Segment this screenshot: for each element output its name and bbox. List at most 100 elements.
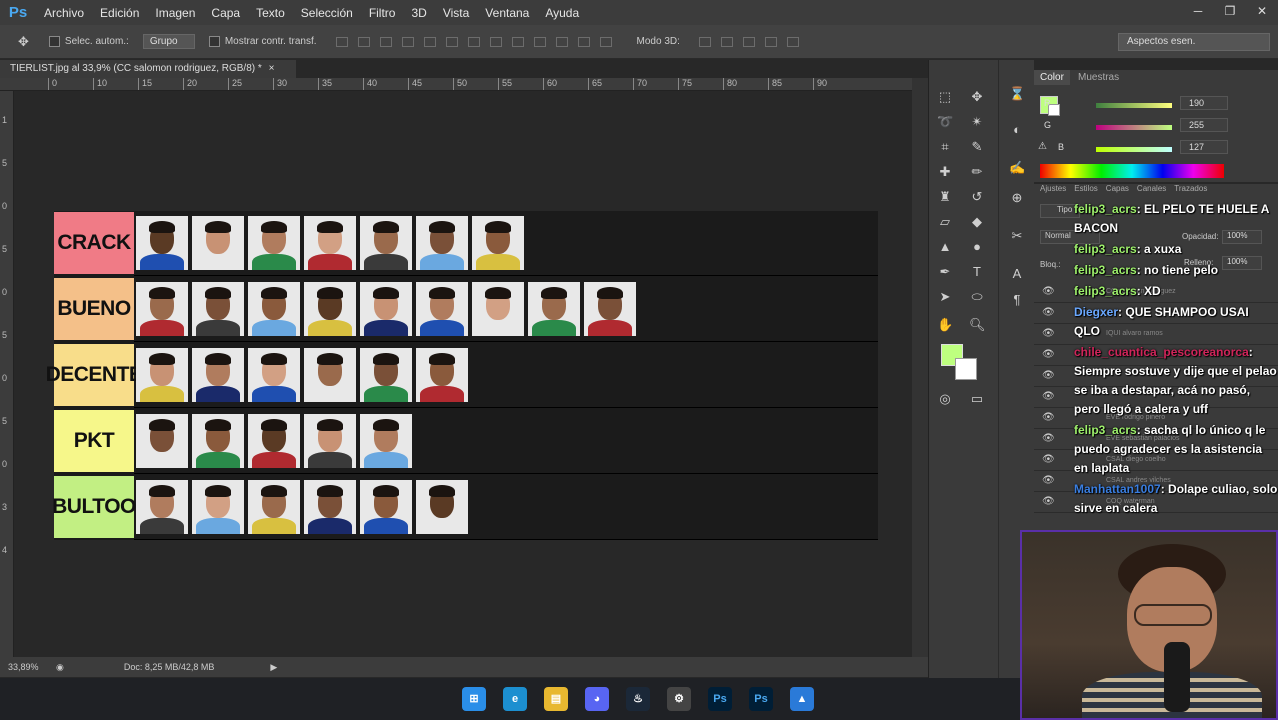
workspace-select[interactable]: Aspectos esen. [1118,33,1270,51]
menu-archivo[interactable]: Archivo [36,6,92,20]
layers-tab[interactable]: Trazados [1174,184,1207,198]
align-top-icon[interactable] [335,36,348,47]
layers-tab[interactable]: Capas [1106,184,1129,198]
distribute-left-icon[interactable] [533,36,546,47]
visibility-eye-icon[interactable]: 👁︎ [1042,475,1055,486]
channel-r-value[interactable]: 190 [1180,96,1228,110]
marquee-tool-icon[interactable]: ⬚ [937,90,953,104]
doc-info-icon[interactable]: ◉ [56,662,64,673]
dodge-tool-icon[interactable]: ● [969,240,985,254]
menu-ventana[interactable]: Ventana [477,6,537,20]
minimize-button[interactable]: ─ [1182,0,1214,25]
clone-stamp-icon[interactable]: ♜ [937,190,953,204]
type-tool-icon[interactable]: T [969,265,985,279]
visibility-eye-icon[interactable]: 👁︎ [1042,391,1055,402]
restore-button[interactable]: ❐ [1214,0,1246,25]
channel-b-value[interactable]: 127 [1180,140,1228,154]
photoshop-active-icon[interactable]: Ps [749,687,773,711]
healing-brush-icon[interactable]: ✚ [937,165,953,179]
document-tab[interactable]: TIERLIST.jpg al 33,9% (CC salomon rodrig… [0,60,296,78]
hand-tool-icon[interactable]: ✋ [937,318,953,332]
layers-tab[interactable]: Estilos [1074,184,1098,198]
menu-filtro[interactable]: Filtro [361,6,404,20]
history-panel-icon[interactable]: ⌛ [1009,86,1025,101]
menu-seleccion[interactable]: Selección [293,6,361,20]
visibility-eye-icon[interactable]: 👁︎ [1042,454,1055,465]
distribute-bottom-icon[interactable] [511,36,524,47]
paint-bucket-icon[interactable]: ◆ [969,215,985,229]
color-spectrum[interactable] [1040,164,1224,178]
channel-r-slider[interactable] [1096,103,1172,108]
layers-tab[interactable]: Ajustes [1040,184,1066,198]
menu-edicion[interactable]: Edición [92,6,147,20]
distribute-center-icon[interactable] [555,36,568,47]
group-select[interactable]: Grupo [142,34,195,49]
eraser-tool-icon[interactable]: ▱ [937,215,953,229]
align-bottom-icon[interactable] [379,36,392,47]
clone-source-icon[interactable]: ⊕ [1009,190,1025,205]
brush-panel-icon[interactable]: ✍ [1009,160,1025,175]
pen-tool-icon[interactable]: ✒ [937,265,953,279]
tab-swatches[interactable]: Muestras [1072,70,1125,85]
windows-start-icon[interactable]: ⊞ [462,687,486,711]
zoom-tool-icon[interactable]: 🔍︎ [969,318,986,332]
menu-texto[interactable]: Texto [248,6,293,20]
close-button[interactable]: ✕ [1246,0,1278,25]
background-color-swatch[interactable] [955,358,977,380]
crop-tool-icon[interactable]: ⌗ [937,140,953,154]
visibility-eye-icon[interactable]: 👁︎ [1042,412,1055,423]
auto-select-option[interactable]: Selec. autom.: [48,36,129,47]
align-middle-icon[interactable] [357,36,370,47]
visibility-eye-icon[interactable]: 👁︎ [1042,433,1055,444]
blur-tool-icon[interactable]: ▲ [937,240,953,254]
tab-color[interactable]: Color [1034,70,1070,85]
menu-imagen[interactable]: Imagen [147,6,203,20]
transform-controls-checkbox[interactable] [208,36,220,47]
photoshop-icon[interactable]: Ps [708,687,732,711]
auto-align-icon[interactable] [599,36,612,47]
roll-3d-icon[interactable] [720,36,733,47]
adjustments-panel-icon[interactable]: ◐ [1009,122,1025,137]
layers-tab[interactable]: Canales [1137,184,1166,198]
visibility-eye-icon[interactable]: 👁︎ [1042,496,1055,507]
menu-vista[interactable]: Vista [435,6,477,20]
visibility-eye-icon[interactable]: 👁︎ [1042,286,1055,297]
visibility-eye-icon[interactable]: 👁︎ [1042,370,1055,381]
tool-presets-icon[interactable]: ✂ [1009,228,1025,243]
transform-controls-option[interactable]: Mostrar contr. transf. [208,36,317,47]
screen-mode-icon[interactable]: ▭ [969,392,985,406]
steam-icon[interactable]: ♨ [626,687,650,711]
paragraph-panel-icon[interactable]: ¶ [1009,292,1025,307]
distribute-middle-icon[interactable] [489,36,502,47]
visibility-eye-icon[interactable]: 👁︎ [1042,349,1055,360]
history-brush-icon[interactable]: ↺ [969,190,985,204]
auto-select-checkbox[interactable] [48,36,60,47]
channel-g-value[interactable]: 255 [1180,118,1228,132]
align-center-icon[interactable] [423,36,436,47]
character-panel-icon[interactable]: A [1009,266,1025,281]
zoom-level[interactable]: 33,89% [8,662,48,672]
distribute-top-icon[interactable] [467,36,480,47]
close-tab-icon[interactable]: × [269,63,275,74]
brush-tool-icon[interactable]: ✏ [969,165,985,179]
magic-wand-icon[interactable]: ✴ [969,115,985,129]
visibility-eye-icon[interactable]: 👁︎ [1042,307,1055,318]
drag-3d-icon[interactable] [742,36,755,47]
photos-icon[interactable]: ▲ [790,687,814,711]
app-icon[interactable]: ⚙ [667,687,691,711]
scale-3d-icon[interactable] [786,36,799,47]
visibility-eye-icon[interactable]: 👁︎ [1042,328,1055,339]
file-explorer-icon[interactable]: ▤ [544,687,568,711]
move-tool-icon[interactable]: ✥ [969,90,985,104]
edge-icon[interactable]: e [503,687,527,711]
menu-3d[interactable]: 3D [403,6,434,20]
align-right-icon[interactable] [445,36,458,47]
move-tool-icon[interactable]: ✥ [18,34,29,50]
discord-icon[interactable]: ◕ [585,687,609,711]
vertical-scrollbar[interactable] [912,78,928,658]
path-select-icon[interactable]: ➤ [937,290,953,304]
distribute-right-icon[interactable] [577,36,590,47]
shape-tool-icon[interactable]: ⬭ [969,290,985,304]
channel-g-slider[interactable] [1096,125,1172,130]
quick-mask-icon[interactable]: ◎ [937,392,953,406]
